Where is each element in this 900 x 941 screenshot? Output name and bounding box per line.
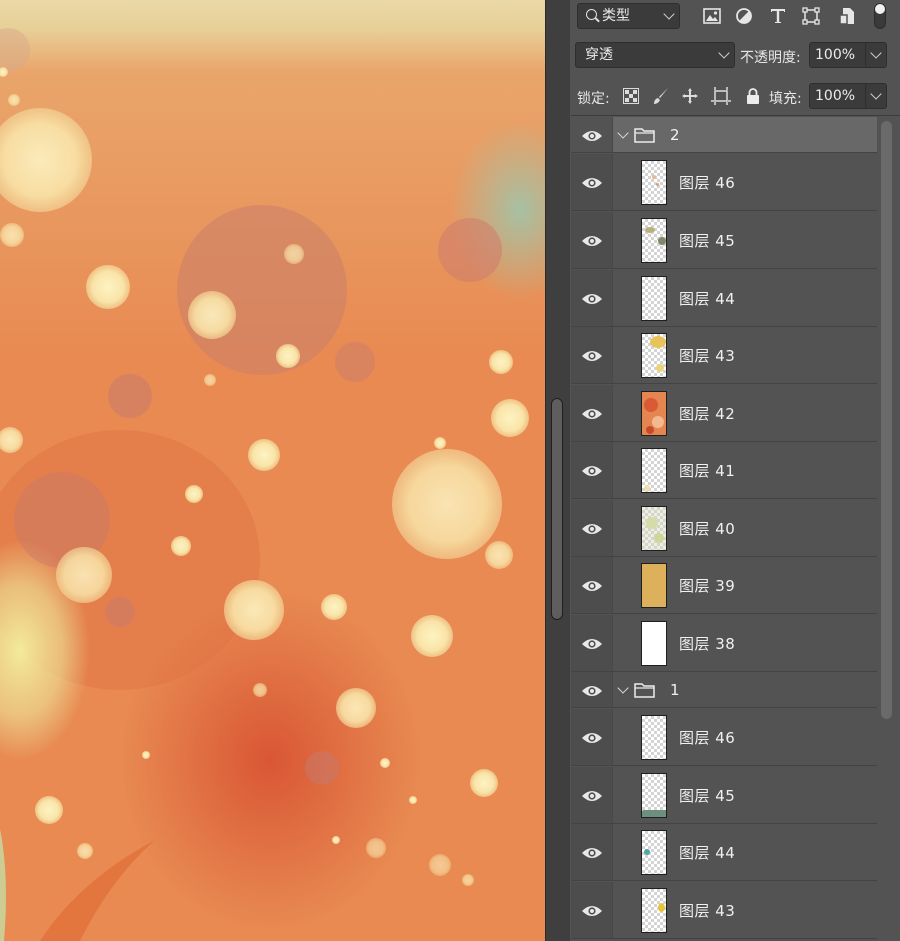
layer-thumbnail xyxy=(641,621,667,666)
layer-row[interactable]: 图层 44 xyxy=(571,270,877,327)
canvas-scrollbar-thumb[interactable] xyxy=(551,398,563,620)
filter-toggle-switch[interactable] xyxy=(874,3,886,29)
fill-label: 填充: xyxy=(769,91,802,107)
eye-icon[interactable] xyxy=(581,731,603,745)
layer-name: 图层 45 xyxy=(679,787,736,805)
layer-row[interactable]: 图层 42 xyxy=(571,385,877,442)
search-icon xyxy=(586,9,597,20)
eye-icon[interactable] xyxy=(581,464,603,478)
shape-filter-icon[interactable] xyxy=(800,5,822,27)
layer-row[interactable]: 图层 45 xyxy=(571,767,877,824)
canvas-vertical-scrollbar[interactable] xyxy=(545,0,570,941)
layer-row[interactable]: 图层 44 xyxy=(571,824,877,881)
blend-mode-select[interactable]: 穿透 xyxy=(575,42,735,68)
layer-name: 图层 38 xyxy=(679,635,736,653)
layer-name: 图层 46 xyxy=(679,729,736,747)
layer-name: 图层 44 xyxy=(679,290,736,308)
layer-name: 图层 39 xyxy=(679,577,736,595)
folder-icon xyxy=(634,127,655,143)
eye-icon[interactable] xyxy=(581,349,603,363)
lock-transparent-icon[interactable] xyxy=(621,86,641,106)
fill-value: 100% xyxy=(815,88,856,104)
layer-thumbnail xyxy=(641,563,667,608)
opacity-value: 100% xyxy=(815,47,856,63)
artwork xyxy=(0,0,545,941)
eye-icon[interactable] xyxy=(581,904,603,918)
layer-thumbnail xyxy=(641,391,667,436)
layer-thumbnail xyxy=(641,830,667,875)
layer-row[interactable]: 图层 39 xyxy=(571,557,877,614)
layer-row[interactable]: 图层 40 xyxy=(571,500,877,557)
blend-opacity-row: 穿透 不透明度: 100% xyxy=(571,38,900,74)
layer-name: 图层 40 xyxy=(679,520,736,538)
layers-vertical-scrollbar[interactable] xyxy=(878,117,900,941)
eye-icon[interactable] xyxy=(581,234,603,248)
lock-artboard-icon[interactable] xyxy=(711,86,731,106)
layer-group-row[interactable]: 2 xyxy=(571,117,877,153)
filter-kind-label: 类型 xyxy=(602,8,630,24)
layer-row[interactable]: 图层 43 xyxy=(571,882,877,939)
smart-object-filter-icon[interactable] xyxy=(836,5,858,27)
layer-list[interactable]: 2 图层 46 图层 45 图层 44 图层 43 图层 42 图层 41 图层… xyxy=(571,117,877,941)
chevron-down-icon xyxy=(663,8,675,20)
layer-row[interactable]: 图层 46 xyxy=(571,154,877,211)
folder-icon xyxy=(634,682,655,698)
layer-thumbnail xyxy=(641,715,667,760)
lock-fill-row: 锁定: 填充: 100% xyxy=(571,78,900,116)
chevron-down-icon[interactable] xyxy=(617,127,629,139)
layer-thumbnail xyxy=(641,506,667,551)
opacity-label: 不透明度: xyxy=(740,50,801,66)
layer-name: 图层 42 xyxy=(679,405,736,423)
layer-name: 图层 45 xyxy=(679,232,736,250)
lock-label: 锁定: xyxy=(577,91,610,107)
chevron-down-icon xyxy=(718,47,730,59)
layer-thumbnail xyxy=(641,333,667,378)
eye-icon[interactable] xyxy=(581,407,603,421)
eye-icon[interactable] xyxy=(581,129,603,143)
document-canvas[interactable] xyxy=(0,0,545,941)
layer-thumbnail xyxy=(641,160,667,205)
eye-icon[interactable] xyxy=(581,176,603,190)
eye-icon[interactable] xyxy=(581,579,603,593)
layer-thumbnail xyxy=(641,773,667,818)
layer-name: 图层 46 xyxy=(679,174,736,192)
chevron-down-icon[interactable] xyxy=(617,682,629,694)
fill-slider-button[interactable] xyxy=(865,83,887,109)
layer-row[interactable]: 图层 45 xyxy=(571,212,877,269)
layer-filter-kind-select[interactable]: 类型 xyxy=(577,3,680,29)
adjustment-filter-icon[interactable] xyxy=(733,5,755,27)
eye-icon[interactable] xyxy=(581,684,603,698)
layer-row[interactable]: 图层 43 xyxy=(571,327,877,384)
layer-thumbnail xyxy=(641,276,667,321)
layer-thumbnail xyxy=(641,218,667,263)
layer-name: 图层 43 xyxy=(679,902,736,920)
layer-name: 图层 41 xyxy=(679,462,736,480)
layers-scrollbar-thumb[interactable] xyxy=(881,121,892,719)
group-name: 2 xyxy=(670,126,680,144)
eye-icon[interactable] xyxy=(581,846,603,860)
eye-icon[interactable] xyxy=(581,292,603,306)
blend-mode-value: 穿透 xyxy=(585,47,613,63)
layer-name: 图层 43 xyxy=(679,347,736,365)
image-filter-icon[interactable] xyxy=(701,5,723,27)
type-filter-icon[interactable] xyxy=(767,5,789,27)
lock-all-icon[interactable] xyxy=(743,86,763,106)
lock-paint-icon[interactable] xyxy=(651,86,671,106)
layer-row[interactable]: 图层 41 xyxy=(571,442,877,499)
eye-icon[interactable] xyxy=(581,637,603,651)
eye-icon[interactable] xyxy=(581,522,603,536)
layer-filter-row: 类型 xyxy=(571,0,900,34)
layer-thumbnail xyxy=(641,448,667,493)
layer-row[interactable]: 图层 46 xyxy=(571,709,877,766)
group-name: 1 xyxy=(670,681,680,699)
opacity-slider-button[interactable] xyxy=(865,42,887,68)
layer-group-row[interactable]: 1 xyxy=(571,672,877,708)
layer-row[interactable]: 图层 38 xyxy=(571,615,877,672)
eye-icon[interactable] xyxy=(581,789,603,803)
layer-thumbnail xyxy=(641,888,667,933)
layer-name: 图层 44 xyxy=(679,844,736,862)
layers-panel: 类型 穿透 不透明度: 100% 锁定: 填充: 100% 2 图层 46 图层… xyxy=(571,0,900,941)
lock-position-icon[interactable] xyxy=(680,86,700,106)
